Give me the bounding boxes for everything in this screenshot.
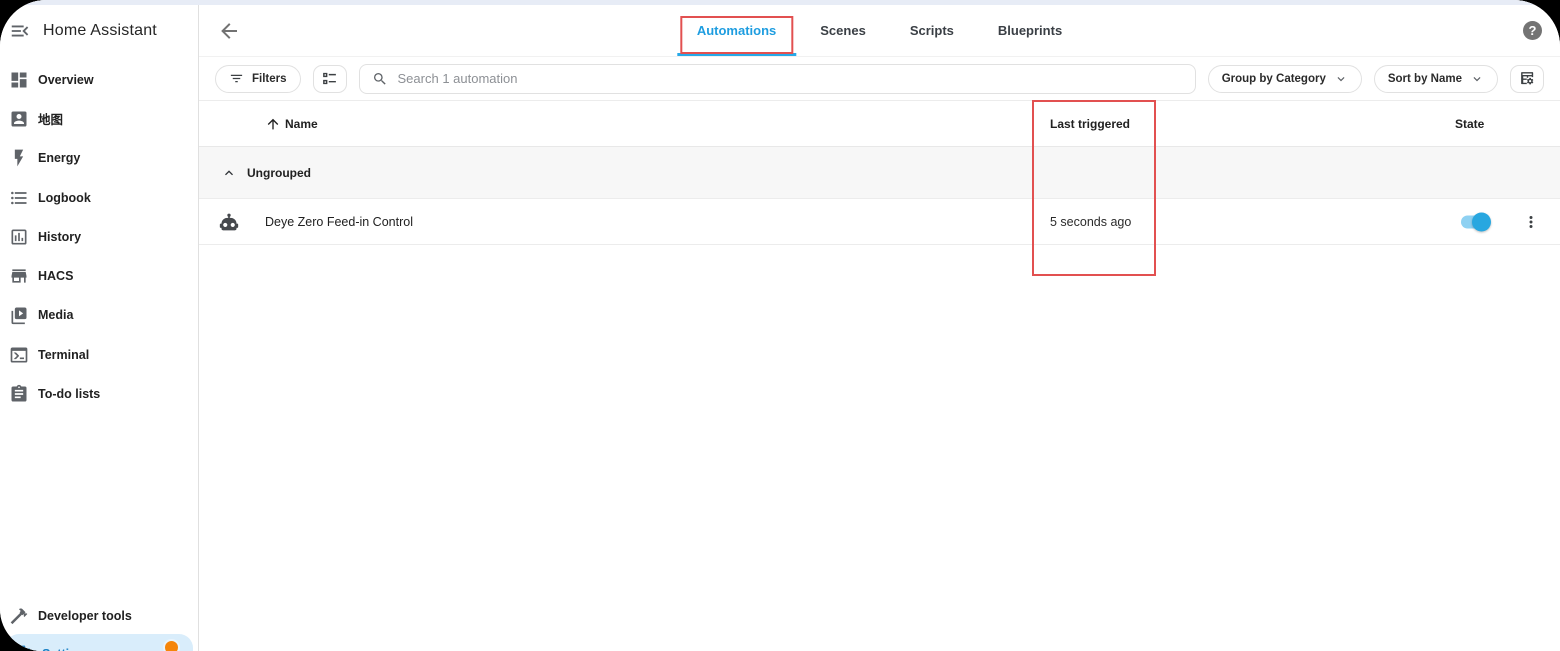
sidebar-item-history[interactable]: History [0,217,198,256]
hammer-icon [9,606,29,626]
sidebar-item-map[interactable]: 地图 [0,99,198,138]
sidebar-item-label: 地图 [38,109,63,128]
sidebar-item-label: Logbook [38,191,91,205]
group-by-dropdown[interactable]: Group by Category [1208,65,1362,93]
toolbar: Filters Group by Category Sort by Name [199,57,1560,100]
update-badge [163,639,180,651]
map-person-icon [9,109,29,129]
search-input[interactable] [398,71,1183,86]
sidebar-item-terminal[interactable]: Terminal [0,335,198,374]
tab-blueprints[interactable]: Blueprints [976,5,1084,56]
group-row-ungrouped[interactable]: Ungrouped [199,147,1560,199]
row-menu-icon[interactable] [1522,213,1540,231]
group-label: Ungrouped [247,166,311,180]
filters-label: Filters [252,73,287,85]
help-icon[interactable]: ? [1523,21,1542,40]
search-icon [372,71,388,87]
chevron-down-icon [1334,72,1348,86]
tab-bar: Automations Scenes Scripts Blueprints [675,5,1084,56]
state-toggle[interactable] [1461,215,1489,228]
sidebar-item-developer-tools[interactable]: Developer tools [0,597,198,636]
toggle-thumb [1472,212,1491,231]
sidebar-item-overview[interactable]: Overview [0,60,198,99]
sidebar-item-label: Energy [38,151,80,165]
main-content: Automations Scenes Scripts Blueprints ? … [199,0,1560,651]
sidebar-item-label: To-do lists [38,387,100,401]
automation-name[interactable]: Deye Zero Feed-in Control [265,215,413,229]
table-settings-button[interactable] [1510,65,1544,93]
sidebar-item-label: History [38,230,81,244]
sidebar-item-logbook[interactable]: Logbook [0,178,198,217]
last-triggered-value: 5 seconds ago [1050,215,1131,229]
filter-icon [229,71,244,86]
table-header: Name Last triggered State [199,100,1560,147]
gear-icon [13,644,33,651]
menu-open-icon[interactable] [9,20,31,42]
sidebar-item-hacs[interactable]: HACS [0,256,198,295]
filters-button[interactable]: Filters [215,65,301,93]
home-assistant-window: Home Assistant Overview 地图 Energy Logb [0,0,1560,651]
tab-scripts[interactable]: Scripts [888,5,976,56]
column-label: Name [285,117,318,131]
sidebar-item-label: Settings [42,647,91,651]
chevron-up-icon[interactable] [221,165,237,181]
select-mode-button[interactable] [313,65,347,93]
sidebar: Home Assistant Overview 地图 Energy Logb [0,0,199,651]
column-header-state[interactable]: State [1455,117,1484,131]
tab-label: Scenes [820,23,866,38]
sidebar-item-label: Overview [38,73,94,87]
group-by-label: Group by Category [1222,73,1326,85]
sidebar-item-label: Terminal [38,348,89,362]
tab-automations[interactable]: Automations [675,5,798,56]
table-gear-icon [1519,70,1536,87]
robot-icon [219,212,239,232]
page-header: Automations Scenes Scripts Blueprints ? [199,5,1560,57]
list-bulleted-icon [9,188,29,208]
sort-by-label: Sort by Name [1388,73,1462,85]
sidebar-item-todo-lists[interactable]: To-do lists [0,374,198,413]
sidebar-item-settings[interactable]: Settings [5,634,193,651]
sidebar-nav: Overview 地图 Energy Logbook History [0,60,198,636]
active-tab-underline [677,53,796,56]
chevron-down-icon [1470,72,1484,86]
sidebar-item-energy[interactable]: Energy [0,139,198,178]
sidebar-item-label: Developer tools [38,609,132,623]
app-title: Home Assistant [43,22,157,40]
sort-arrow-up-icon [265,116,281,132]
dashboard-icon [9,70,29,90]
console-icon [9,345,29,365]
sidebar-header: Home Assistant [0,5,198,57]
chart-box-icon [9,227,29,247]
browser-edge-strip [0,0,1560,5]
store-icon [9,266,29,286]
back-arrow-icon[interactable] [217,19,241,43]
tab-label: Blueprints [998,23,1062,38]
column-header-last-triggered[interactable]: Last triggered [1050,117,1130,131]
tab-label: Scripts [910,23,954,38]
sidebar-item-media[interactable]: Media [0,296,198,335]
play-box-icon [9,305,29,325]
sidebar-item-label: HACS [38,269,73,283]
sort-by-dropdown[interactable]: Sort by Name [1374,65,1498,93]
lightning-bolt-icon [9,148,29,168]
column-header-name[interactable]: Name [265,116,318,132]
tab-scenes[interactable]: Scenes [798,5,888,56]
table-row[interactable]: Deye Zero Feed-in Control 5 seconds ago [199,199,1560,245]
search-box [359,64,1196,94]
checkbox-list-icon [321,70,338,87]
clipboard-list-icon [9,384,29,404]
sidebar-item-label: Media [38,308,73,322]
tab-label: Automations [697,23,776,38]
